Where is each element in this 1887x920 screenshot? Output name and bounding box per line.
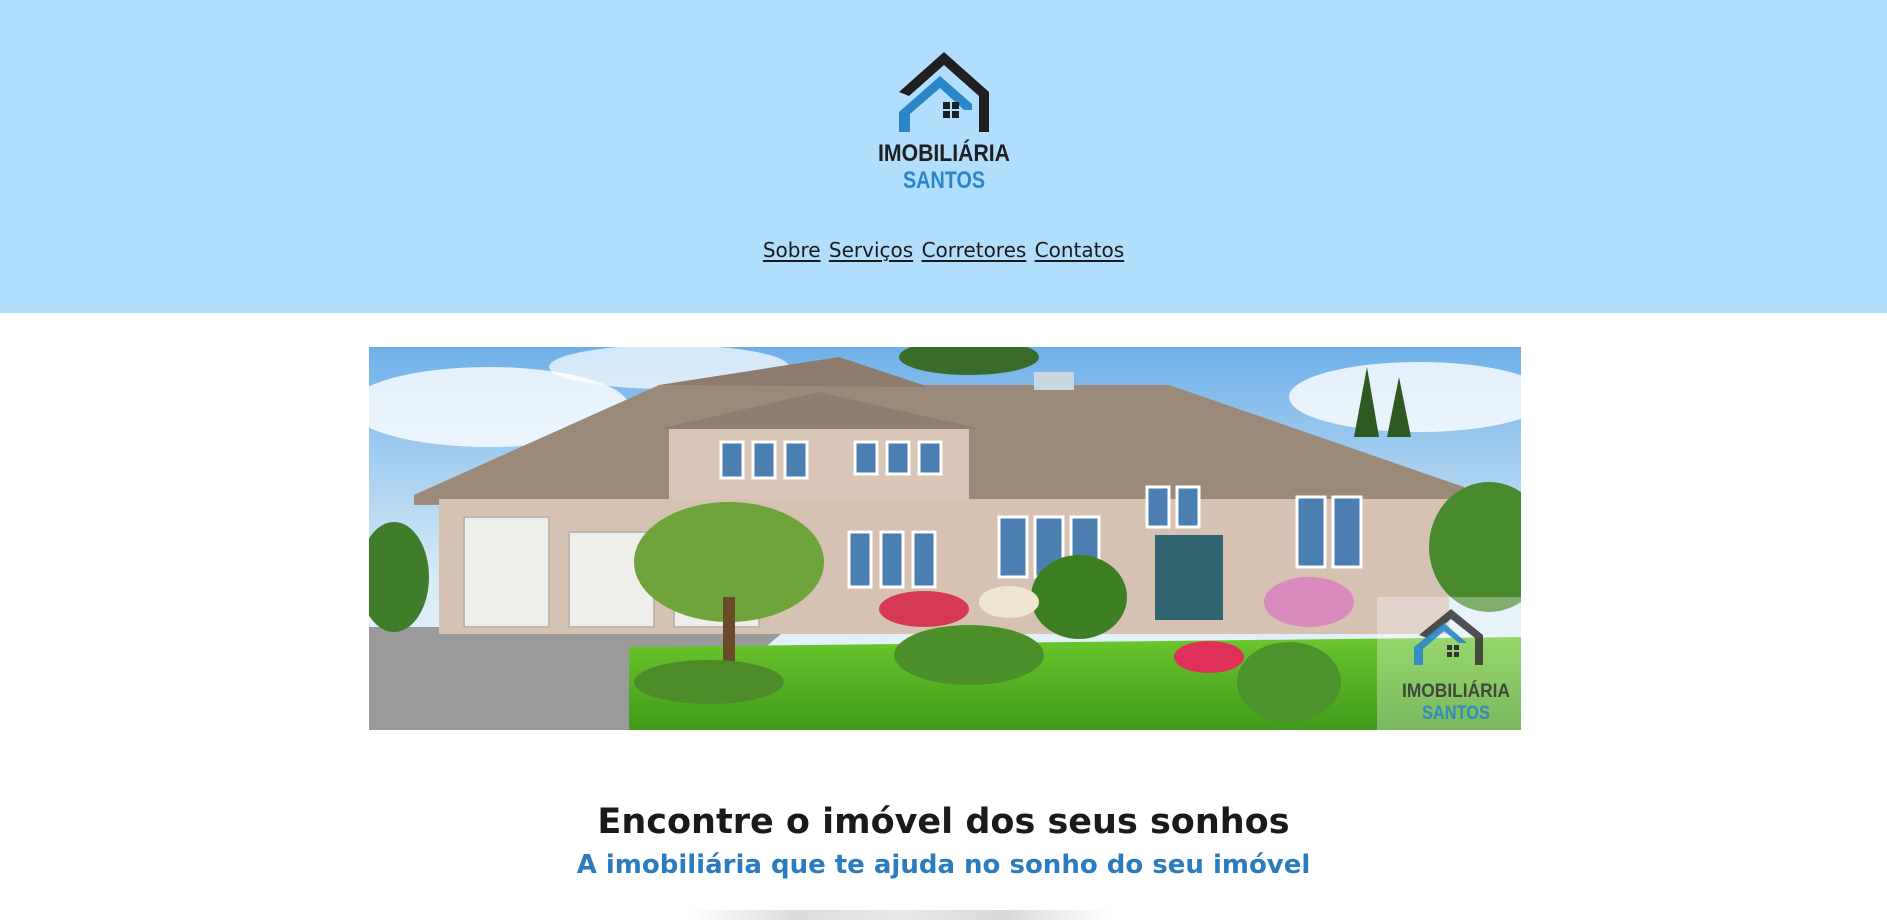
next-section-image (690, 910, 1110, 920)
watermark-line1: IMOBILIÁRIA (1402, 680, 1510, 702)
watermark-line2: SANTOS (1422, 703, 1490, 724)
page-headline: Encontre o imóvel dos seus sonhos (597, 802, 1290, 842)
hero-image: IMOBILIÁRIA SANTOS (369, 347, 1521, 730)
site-header: IMOBILIÁRIA SANTOS Sobre Serviços Corret… (0, 0, 1887, 313)
brand-name-line2: SANTOS (903, 167, 985, 194)
nav-link-corretores[interactable]: Corretores (922, 238, 1027, 262)
nav-link-contatos[interactable]: Contatos (1035, 238, 1124, 262)
main-nav: Sobre Serviços Corretores Contatos (0, 238, 1887, 262)
house-logo-icon: IMOBILIÁRIA SANTOS (878, 52, 1010, 194)
nav-link-sobre[interactable]: Sobre (763, 238, 821, 262)
brand-logo[interactable]: IMOBILIÁRIA SANTOS (876, 50, 1012, 195)
page-subheadline: A imobiliária que te ajuda no sonho do s… (576, 850, 1311, 880)
brand-name-line1: IMOBILIÁRIA (878, 139, 1010, 167)
nav-link-servicos[interactable]: Serviços (829, 238, 913, 262)
house-photo: IMOBILIÁRIA SANTOS (369, 347, 1521, 730)
